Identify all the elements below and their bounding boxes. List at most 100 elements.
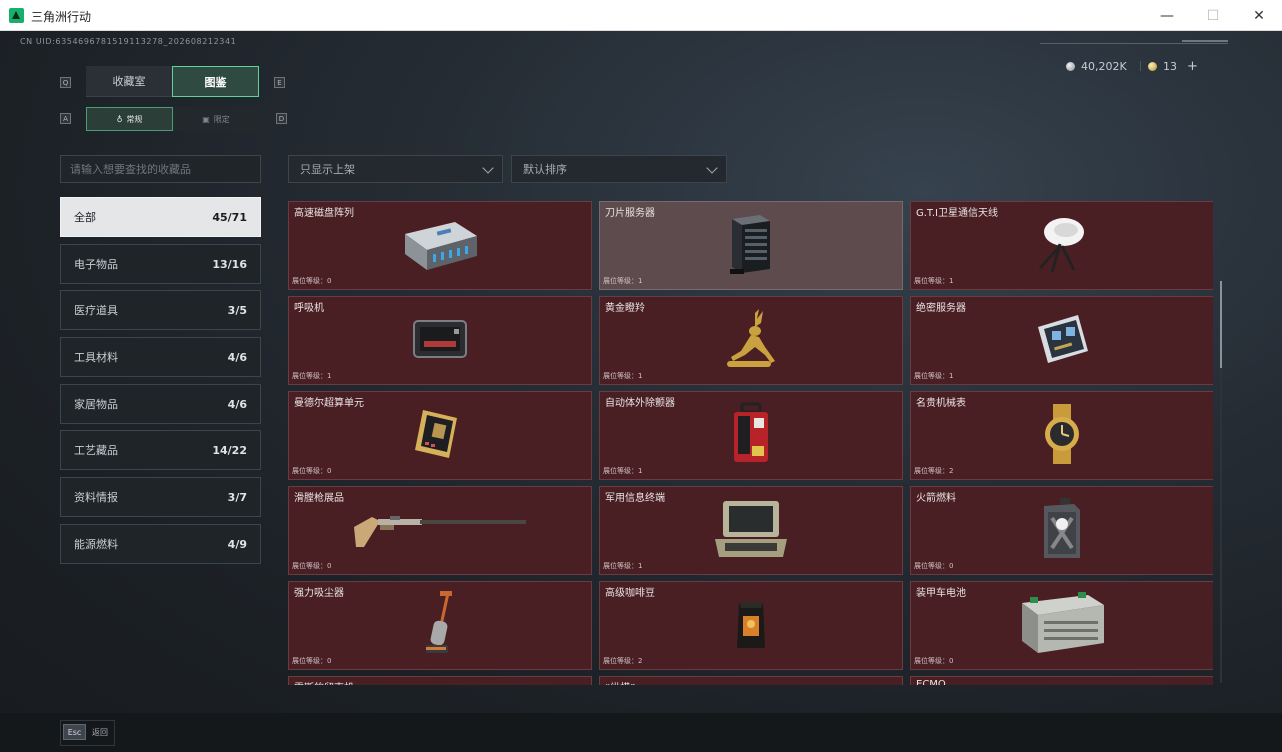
category-item[interactable]: 资料情报 3/7 [60,477,261,517]
category-label: 工艺藏品 [74,444,118,457]
item-level: 展位等级：1 [292,371,331,381]
subtab-normal-label: 常规 [126,114,143,124]
level-value: 0 [949,562,954,570]
collection-item-card[interactable]: 军用信息终端 展位等级：1 [599,486,903,575]
level-value: 1 [638,277,643,285]
collection-item-card[interactable]: 高速磁盘阵列 展位等级：0 [288,201,592,290]
vehicle-battery-icon [1016,591,1108,661]
minimize-button[interactable]: — [1144,0,1190,31]
satellite-antenna-icon [1032,212,1092,280]
next-subtab-key[interactable]: D [276,113,287,124]
collection-item-card[interactable]: 曼德尔超算单元 展位等级：0 [288,391,592,480]
category-item[interactable]: 能源燃料 4/9 [60,524,261,564]
item-name: G.T.I卫星通信天线 [916,208,998,219]
item-name: 高级咖啡豆 [605,588,655,599]
chevron-down-icon [706,162,718,174]
tab-collection-room[interactable]: 收藏室 [86,66,172,97]
collection-item-card[interactable]: 自动体外除颤器 展位等级：1 [599,391,903,480]
disk-array-icon [397,216,483,276]
category-label: 电子物品 [74,258,118,271]
level-label: 展位等级： [603,562,638,570]
collection-item-card[interactable]: 装甲车电池 展位等级：0 [910,581,1213,670]
blade-server-icon [726,211,776,281]
collection-item-card[interactable]: G.T.I卫星通信天线 展位等级：1 [910,201,1213,290]
prev-tab-key[interactable]: Q [60,77,71,88]
collection-item-card[interactable]: 强力吸尘器 展位等级：0 [288,581,592,670]
subtab-limited-label: 限定 [213,114,230,124]
window-title: 三角洲行动 [31,10,92,24]
item-name: 呼吸机 [294,303,324,314]
category-item[interactable]: 全部 45/71 [60,197,261,237]
normal-icon: ♁ [116,114,123,124]
collection-item-card[interactable]: 滑膛枪展品 展位等级：0 [288,486,592,575]
item-name: 强力吸尘器 [294,588,344,599]
category-count: 3/5 [227,303,247,317]
item-name: 自动体外除颤器 [605,398,675,409]
level-value: 1 [949,277,954,285]
collection-item-card[interactable]: 名贵机械表 展位等级：2 [910,391,1213,480]
category-item[interactable]: 工艺藏品 14/22 [60,430,261,470]
item-name: 名贵机械表 [916,398,966,409]
subtab-normal[interactable]: ♁ 常规 [86,107,173,131]
musket-icon [350,507,530,555]
prev-subtab-key[interactable]: A [60,113,71,124]
level-label: 展位等级： [914,657,949,665]
silver-currency-value: 40,202K [1081,59,1127,73]
tab-gallery[interactable]: 图鉴 [172,66,259,97]
category-label: 医疗道具 [74,304,118,317]
category-item[interactable]: 电子物品 13/16 [60,244,261,284]
back-label: 返回 [92,728,108,737]
category-label: 工具材料 [74,351,118,364]
collection-item-card[interactable]: 黄金瞪羚 展位等级：1 [599,296,903,385]
level-value: 2 [949,467,954,475]
silver-coin-icon [1066,61,1075,71]
rocket-fuel-icon [1038,496,1086,566]
collection-item-card[interactable]: ECMO [910,676,1213,685]
sort-dropdown[interactable]: 默认排序 [511,155,727,183]
level-label: 展位等级： [292,467,327,475]
category-count: 14/22 [212,443,247,457]
close-button[interactable]: ✕ [1236,0,1282,31]
display-filter-dropdown[interactable]: 只显示上架 [288,155,503,183]
item-level: 展位等级：2 [603,656,642,666]
maximize-button[interactable]: ☐ [1190,0,1236,31]
display-filter-value: 只显示上架 [300,163,355,176]
level-label: 展位等级： [292,562,327,570]
category-item[interactable]: 家居物品 4/6 [60,384,261,424]
grid-scroll-thumb[interactable] [1220,281,1222,368]
collection-item-card[interactable]: 刀片服务器 展位等级：1 [599,201,903,290]
collection-item-card[interactable]: 雷斯的留声机 [288,676,592,685]
next-tab-key[interactable]: E [274,77,285,88]
item-level: 展位等级：1 [603,276,642,286]
level-label: 展位等级： [603,467,638,475]
category-count: 13/16 [212,257,247,271]
golden-gazelle-icon [721,307,781,375]
esc-key[interactable]: Esc [63,724,86,740]
header-divider [1040,43,1228,44]
category-label: 能源燃料 [74,538,118,551]
collection-item-card[interactable]: “纵横” [599,676,903,685]
level-value: 0 [327,562,332,570]
collection-item-card[interactable]: 呼吸机展位等级：1 [288,296,592,385]
item-name: 装甲车电池 [916,588,966,599]
coffee-beans-icon [733,598,769,654]
search-input[interactable]: 请输入想要查找的收藏品 [60,155,261,183]
item-level: 展位等级：1 [914,276,953,286]
level-value: 1 [638,562,643,570]
ventilator-icon [408,315,472,367]
category-label: 家居物品 [74,398,118,411]
collection-item-card[interactable]: 火箭燃料 展位等级：0 [910,486,1213,575]
grid-scrollbar[interactable] [1220,199,1222,683]
header-divider-accent [1182,40,1228,42]
item-name: 高速磁盘阵列 [294,208,354,219]
collection-item-card[interactable]: 绝密服务器 展位等级：1 [910,296,1213,385]
add-currency-button[interactable]: + [1187,59,1198,74]
level-label: 展位等级： [603,657,638,665]
item-level: 展位等级：1 [603,466,642,476]
category-item[interactable]: 工具材料 4/6 [60,337,261,377]
level-value: 1 [327,372,332,380]
category-item[interactable]: 医疗道具 3/5 [60,290,261,330]
item-name: 绝密服务器 [916,303,966,314]
collection-item-card[interactable]: 高级咖啡豆展位等级：2 [599,581,903,670]
subtab-limited[interactable]: ▣ 限定 [173,107,259,131]
